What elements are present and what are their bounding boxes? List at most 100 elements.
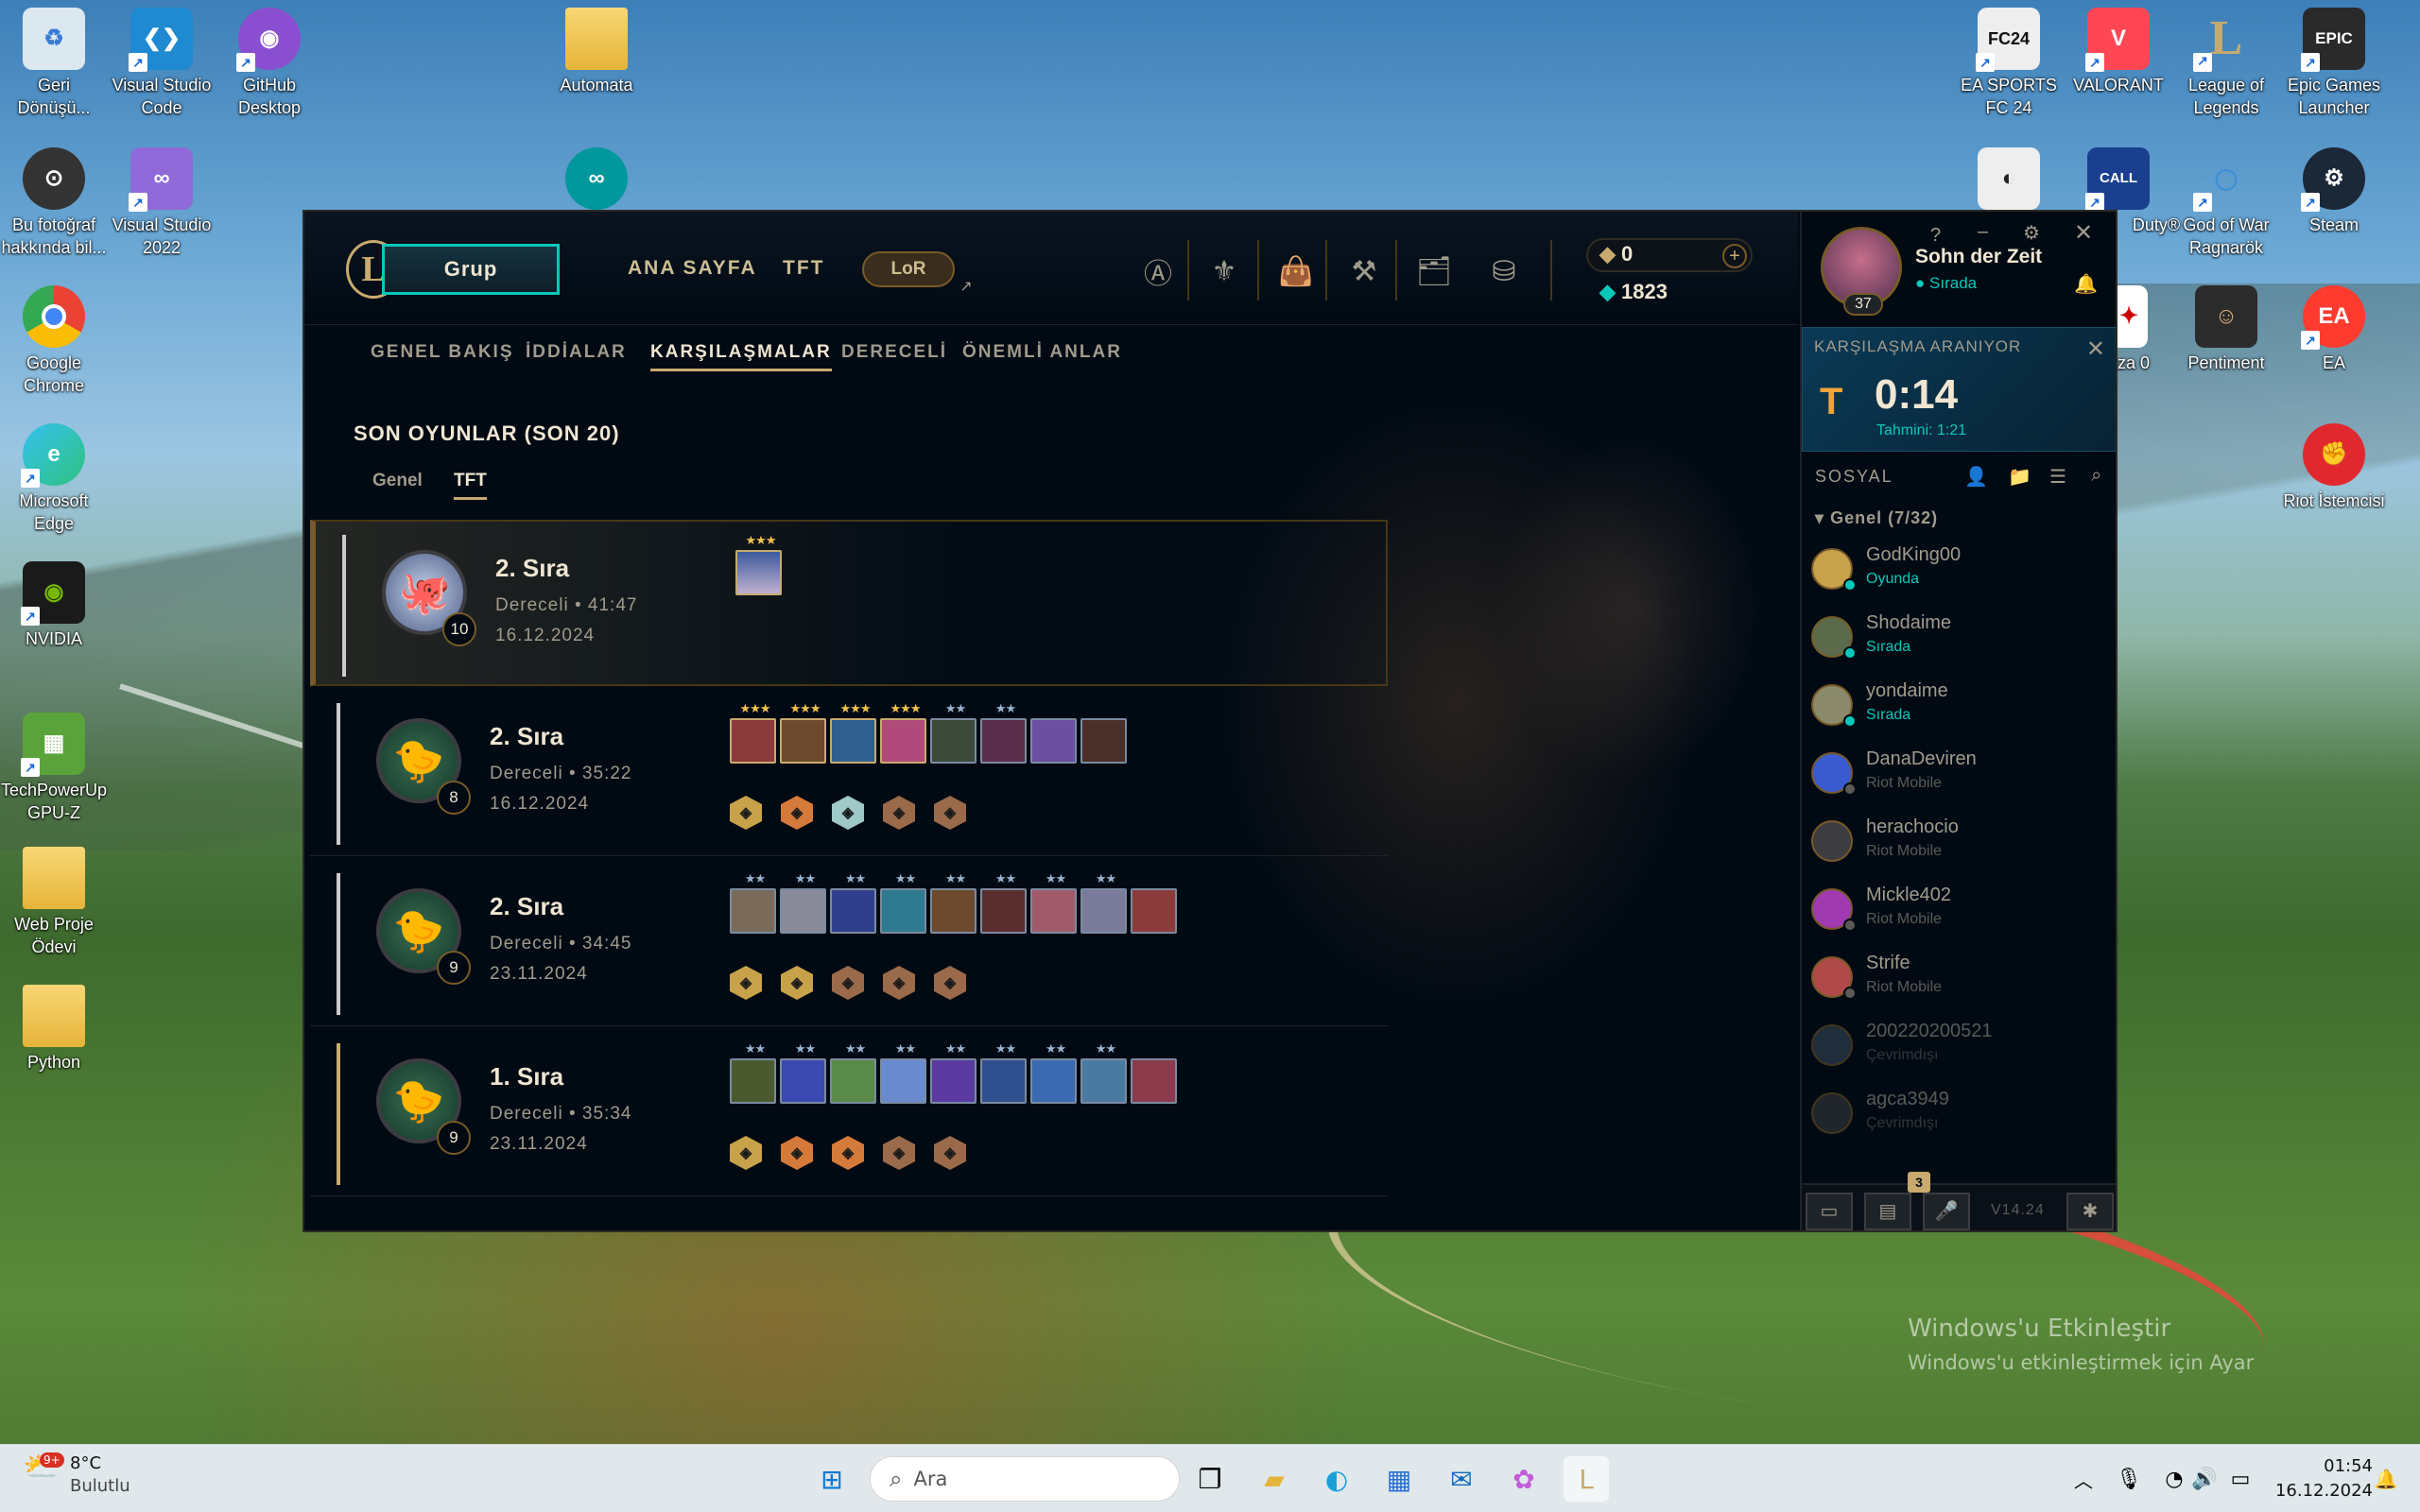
desktop-icon-web-proje[interactable]: Web Proje Ödevi [0,847,108,958]
friend-item[interactable]: DanaDeviren Riot Mobile [1809,743,2093,809]
filter-tft[interactable]: TFT [454,471,487,500]
desktop-icon-python[interactable]: Python [0,985,108,1074]
weather-widget[interactable]: ⛅ 9+ 8°C Bulutlu [23,1452,130,1498]
desktop-icon-recycle-bin[interactable]: ♻ Geri Dönüşü... [0,8,108,119]
desktop-icon-chrome[interactable]: Google Chrome [0,285,108,397]
search-icon[interactable]: ⌕ [2091,465,2101,487]
friend-item[interactable]: herachocio Riot Mobile [1809,811,2093,877]
divider [1187,240,1189,301]
match-row[interactable]: 🐙 10 2. Sıra Dereceli • 41:47 16.12.2024… [310,520,1388,686]
nav-home[interactable]: ANA SAYFA [628,257,757,280]
nav-lor[interactable]: LoR [862,251,955,287]
desktop-icon-edge[interactable]: e ↗ Microsoft Edge [0,423,108,535]
clock[interactable]: 01:54 16.12.2024 [2275,1454,2373,1503]
tab-challenges[interactable]: İDDİALAR [526,342,627,363]
friend-item[interactable]: GodKing00 Oyunda [1809,539,2093,605]
outlook-icon[interactable]: ✉ [1439,1456,1484,1502]
desktop-icon-gpuz[interactable]: ▦ ↗ TechPowerUp GPU-Z [0,713,108,824]
battery-icon[interactable]: ▭ [2218,1456,2263,1502]
friend-item[interactable]: 200220200521 Çevrimdışı [1809,1015,2093,1081]
settings-icon[interactable]: ⚙ [2023,221,2040,245]
profile-status[interactable]: ● Sırada [1915,274,1977,293]
clock-time: 01:54 [2324,1456,2373,1476]
inventory-icon[interactable]: 👜 [1274,249,1318,293]
tab-highlights[interactable]: ÖNEMLİ ANLAR [962,342,1122,363]
match-row[interactable]: 🐤 8 2. Sıra Dereceli • 35:22 16.12.2024 … [310,690,1388,856]
messages-icon[interactable]: ▤ [1864,1193,1911,1230]
desktop-icon-ea[interactable]: EA ↗ EA [2280,285,2388,374]
tft-pass-icon[interactable]: Ⓐ [1136,249,1180,293]
friend-item[interactable]: yondaime Sırada [1809,675,2093,741]
chat-icon[interactable]: ▭ [1806,1193,1853,1230]
collection-icon[interactable]: 🗂 [1412,249,1456,293]
task-view-icon[interactable]: ❐ [1187,1456,1233,1502]
bug-report-icon[interactable]: ✱ [2066,1193,2114,1230]
search-box[interactable]: ⌕ Ara [870,1456,1180,1502]
desktop-icon-github[interactable]: ◉ ↗ GitHub Desktop [216,8,323,119]
notification-bell-icon[interactable]: 🔔 [2363,1456,2409,1502]
desktop-icon-visual-studio[interactable]: ∞ ↗ Visual Studio 2022 [108,147,216,259]
desktop-icon-epic[interactable]: EPIC ↗ Epic Games Launcher [2280,8,2388,119]
match-row[interactable]: 🐤 9 1. Sıra Dereceli • 35:34 23.11.2024 … [310,1030,1388,1196]
tab-overview[interactable]: GENEL BAKIŞ [371,342,514,363]
help-icon[interactable]: ? [1930,225,1941,247]
clock-date: 16.12.2024 [2274,1481,2373,1501]
microphone-tray-icon[interactable]: 🎙 [2106,1456,2152,1502]
tab-match-history[interactable]: KARŞILAŞMALAR [650,342,832,371]
copilot-icon[interactable]: ✿ [1501,1456,1547,1502]
match-date: 23.11.2024 [490,1134,588,1154]
bell-icon[interactable]: 🔔 [2074,272,2098,296]
vscode-icon: ❮❯ ↗ [129,8,193,72]
edge-icon: e ↗ [21,423,85,488]
close-icon[interactable]: ✕ [2074,219,2093,247]
store-taskbar-icon[interactable]: ▦ [1376,1456,1422,1502]
desktop-icon-automata[interactable]: Automata [543,8,650,96]
nvidia-icon: ◉ ↗ [21,561,85,626]
friend-item[interactable]: Strife Riot Mobile [1809,947,2093,1013]
play-button[interactable]: Grup [382,244,560,295]
match-row[interactable]: 🐤 9 2. Sıra Dereceli • 34:45 23.11.2024 … [310,860,1388,1026]
list-icon[interactable]: ☰ [2049,465,2066,489]
friend-group-header[interactable]: ▾ Genel (7/32) [1815,508,1938,528]
desktop-icon-app-dark[interactable]: ◐ [1955,147,2063,214]
desktop-icon-lol[interactable]: L ↗ League of Legends [2172,8,2280,119]
desktop-icon-fc24[interactable]: FC24 ↗ EA SPORTS FC 24 [1955,8,2063,119]
desktop-icon-arduino[interactable]: ∞ [543,147,650,214]
store-icon[interactable]: ⛁ [1482,249,1526,293]
friend-item[interactable]: agca3949 Çevrimdışı [1809,1083,2093,1149]
desktop-icon-spotlight[interactable]: ⊙ Bu fotoğraf hakkında bil... [0,147,108,259]
desktop-icon-vscode[interactable]: ❮❯ ↗ Visual Studio Code [108,8,216,119]
steam-icon: ⚙ ↗ [2301,147,2365,212]
chevron-up-icon[interactable]: ︿ [2061,1456,2106,1502]
file-explorer-icon[interactable]: ▰ [1252,1456,1297,1502]
friend-status: Riot Mobile [1866,775,1943,791]
desktop-icon-pentiment[interactable]: ☺ Pentiment [2172,285,2280,374]
cancel-queue-button[interactable]: ✕ [2086,335,2105,363]
tab-ranked[interactable]: DERECELİ [841,342,947,363]
profile-name[interactable]: Sohn der Zeit [1915,246,2042,268]
lol-taskbar-icon[interactable]: L [1564,1456,1609,1502]
unit-list: ★★★ [735,533,782,595]
loot-icon[interactable]: ⚒ [1342,249,1386,293]
challenges-icon[interactable]: ⚜ [1202,249,1246,293]
status-dot-icon: ● [1915,274,1926,292]
external-link-icon[interactable]: ↗ [957,265,976,308]
add-folder-icon[interactable]: 📁 [2008,465,2031,489]
match-info: Dereceli • 34:45 [490,934,632,954]
minimize-icon[interactable]: – [1978,221,1988,243]
desktop-icon-riot[interactable]: ✊ Riot İstemcisi [2280,423,2388,512]
nav-tft[interactable]: TFT [783,257,824,280]
desktop-icon-steam[interactable]: ⚙ ↗ Steam [2280,147,2388,236]
add-friend-icon[interactable]: 👤 [1964,465,1988,489]
champion-unit: ★★★ [880,701,926,764]
desktop-icon-nvidia[interactable]: ◉ ↗ NVIDIA [0,561,108,650]
edge-taskbar-icon[interactable]: ◐ [1314,1456,1359,1502]
friend-item[interactable]: Shodaime Sırada [1809,607,2093,673]
desktop-icon-valorant[interactable]: V ↗ VALORANT [2065,8,2172,96]
filter-general[interactable]: Genel [372,471,423,491]
buy-rp-button[interactable]: + [1722,244,1747,268]
desktop-icon-gow[interactable]: ○ ↗ God of War Ragnarök [2172,147,2280,259]
microphone-icon[interactable]: 🎤 [1923,1193,1970,1230]
friend-item[interactable]: Mickle402 Riot Mobile [1809,879,2093,945]
start-icon[interactable]: ⊞ [809,1456,855,1502]
